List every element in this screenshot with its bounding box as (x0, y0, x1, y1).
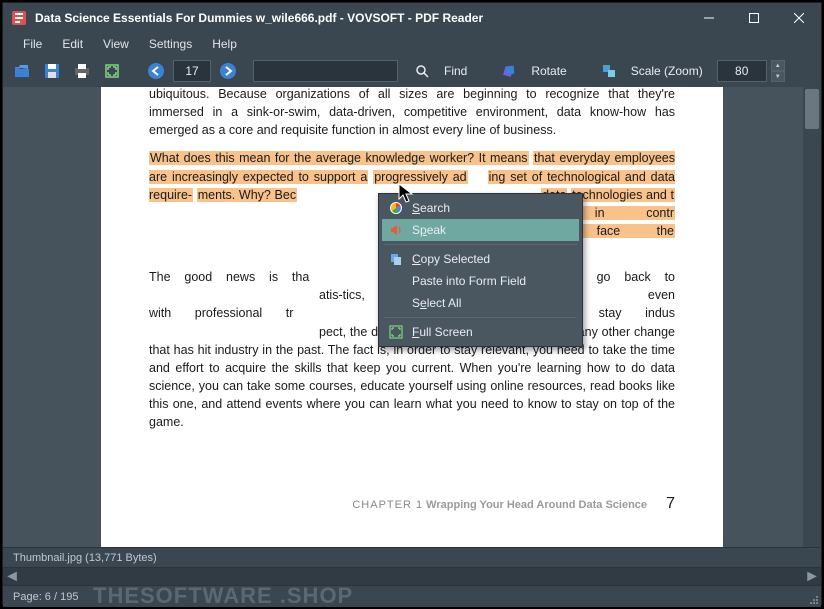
search-input[interactable] (253, 60, 398, 82)
scroll-right-button[interactable]: ► (803, 568, 821, 585)
scale-icon (599, 63, 619, 79)
menu-view[interactable]: View (95, 35, 137, 53)
ctx-search[interactable]: Search (382, 197, 579, 219)
ctx-fullscreen[interactable]: Full Screen (382, 321, 579, 343)
ctx-copy-label: Copy Selected (412, 252, 490, 266)
rotate-button[interactable]: Rotate (489, 59, 576, 83)
open-button[interactable] (9, 59, 35, 83)
menu-settings[interactable]: Settings (141, 35, 200, 53)
zoom-spinner: ▲ ▼ (771, 60, 785, 82)
rotate-icon (499, 63, 519, 79)
print-button[interactable] (69, 59, 95, 83)
page-info: Page: 6 / 195 (13, 591, 78, 603)
window-controls (686, 3, 821, 33)
ctx-copy[interactable]: Copy Selected (382, 248, 579, 270)
search-icon (412, 63, 432, 79)
zoom-down-button[interactable]: ▼ (771, 71, 785, 82)
prev-page-button[interactable] (143, 59, 169, 83)
app-window: Data Science Essentials For Dummies w_wi… (2, 2, 822, 605)
ctx-speak[interactable]: Speak (382, 219, 579, 241)
copy-icon (386, 251, 406, 267)
fullscreen-toolbar-button[interactable] (99, 59, 125, 83)
ctx-paste[interactable]: Paste into Form Field (382, 270, 579, 292)
window-title: Data Science Essentials For Dummies w_wi… (35, 11, 686, 25)
scale-button[interactable]: Scale (Zoom) (589, 59, 713, 83)
context-menu: Search Speak Copy Selected Paste into Fo… (378, 193, 583, 347)
ctx-fullscreen-label: Full Screen (412, 325, 473, 339)
fullscreen-icon (386, 324, 406, 340)
page-number-display: 7 (666, 495, 675, 512)
save-button[interactable] (39, 59, 65, 83)
minimize-button[interactable] (686, 3, 731, 33)
chapter-title: Wrapping Your Head Around Data Science (426, 499, 647, 511)
resize-grip[interactable] (807, 593, 819, 605)
status-bar-page: Page: 6 / 195 THESOFTWARE .SHOP (3, 585, 821, 607)
find-button[interactable]: Find (402, 59, 477, 83)
thumbnail-info: Thumbnail.jpg (13,771 Bytes) (13, 552, 157, 564)
toolbar: Find Rotate Scale (Zoom) ▲ ▼ (3, 55, 821, 87)
scroll-thumb[interactable] (805, 89, 819, 129)
ctx-select-all[interactable]: Select All (382, 292, 579, 314)
status-bar-thumb: Thumbnail.jpg (13,771 Bytes) (3, 547, 821, 567)
select-all-icon (386, 295, 406, 311)
menu-file[interactable]: File (15, 35, 50, 53)
titlebar: Data Science Essentials For Dummies w_wi… (3, 3, 821, 33)
paste-icon (386, 273, 406, 289)
page-number-input[interactable] (173, 60, 211, 82)
maximize-button[interactable] (731, 3, 776, 33)
menubar: File Edit View Settings Help (3, 33, 821, 55)
ctx-speak-label: Speak (412, 223, 446, 237)
ctx-select-all-label: Select All (412, 296, 461, 310)
zoom-up-button[interactable]: ▲ (771, 60, 785, 71)
ctx-separator (384, 317, 577, 318)
find-label: Find (444, 64, 467, 78)
google-search-icon (386, 200, 406, 216)
zoom-value-input[interactable] (717, 60, 767, 82)
app-icon (11, 10, 27, 26)
ctx-separator (384, 244, 577, 245)
close-button[interactable] (776, 3, 821, 33)
scale-label: Scale (Zoom) (631, 64, 703, 78)
menu-edit[interactable]: Edit (54, 35, 91, 53)
ctx-search-label: Search (412, 201, 450, 215)
menu-help[interactable]: Help (204, 35, 245, 53)
vertical-scrollbar[interactable] (803, 87, 821, 547)
page-footer: CHAPTER 1 Wrapping Your Head Around Data… (101, 492, 675, 515)
rotate-label: Rotate (531, 64, 566, 78)
ctx-paste-label: Paste into Form Field (412, 274, 526, 288)
watermark: THESOFTWARE .SHOP (93, 583, 353, 609)
chapter-label: CHAPTER 1 (352, 499, 423, 511)
paragraph: ubiquitous. Because organizations of all… (149, 87, 675, 139)
scroll-left-button[interactable]: ◄ (3, 568, 21, 585)
next-page-button[interactable] (215, 59, 241, 83)
speaker-icon (386, 222, 406, 238)
